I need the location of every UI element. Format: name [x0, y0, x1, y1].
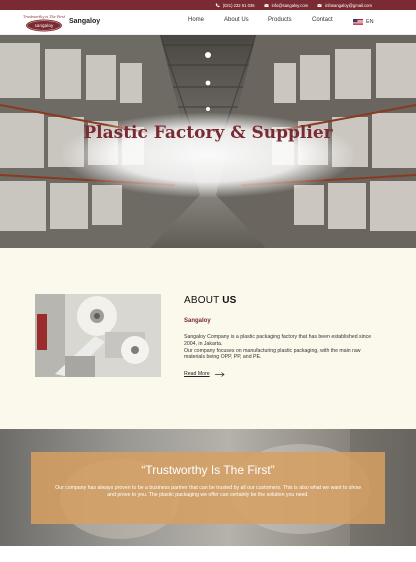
- contact-bar: (021) 232 61 035 info@sangaloy.com infos…: [0, 0, 416, 10]
- hero-title: Plastic Factory & Supplier: [83, 123, 333, 143]
- about-heading-bold: US: [222, 295, 237, 306]
- hero-banner: Plastic Factory & Supplier: [0, 35, 416, 248]
- mail-icon: [263, 3, 269, 7]
- nav-home[interactable]: Home: [188, 17, 218, 23]
- about-company-name: Sangaloy: [184, 318, 211, 324]
- sangaloy-logo[interactable]: Trustworthy is The First sangaloy: [23, 12, 65, 33]
- trust-title: “Trustworthy Is The First”: [141, 463, 275, 477]
- trust-card: “Trustworthy Is The First” Our company h…: [31, 452, 385, 524]
- machine-photo: [35, 294, 161, 377]
- svg-text:Trustworthy is The First: Trustworthy is The First: [23, 15, 65, 19]
- phone-contact[interactable]: (021) 232 61 035: [215, 3, 255, 8]
- nav-about-us[interactable]: About Us: [224, 17, 264, 23]
- nav-contact[interactable]: Contact: [312, 17, 352, 23]
- language-selector[interactable]: EN: [353, 19, 374, 25]
- page-bottom: [0, 546, 416, 562]
- email-gmail-contact[interactable]: infosangaloy@gmail.com: [317, 3, 372, 8]
- phone-icon: [215, 3, 220, 7]
- about-section: ABOUT US Sangaloy Sangaloy Company is a …: [0, 248, 416, 429]
- language-label: EN: [366, 19, 374, 25]
- phone-number: (021) 232 61 035: [222, 2, 255, 8]
- arrow-right-icon: [214, 371, 225, 377]
- email-gmail: infosangaloy@gmail.com: [325, 2, 372, 8]
- trust-text: Our company has always proven to be a bu…: [55, 485, 361, 498]
- trust-section: “Trustworthy Is The First” Our company h…: [0, 429, 416, 546]
- nav-products[interactable]: Products: [268, 17, 308, 23]
- about-paragraph-2: Our company focuses on manufacturing pla…: [184, 347, 361, 361]
- navbar: Trustworthy is The First sangaloy Sangal…: [0, 10, 416, 35]
- read-more-link[interactable]: Read More: [184, 371, 225, 377]
- email-info: info@sangaloy.com: [271, 2, 309, 8]
- read-more-label: Read More: [184, 371, 210, 377]
- about-heading-prefix: ABOUT: [184, 295, 220, 306]
- about-heading: ABOUT US: [184, 295, 237, 306]
- email-info-contact[interactable]: info@sangaloy.com: [263, 2, 309, 8]
- brand-name: Sangaloy: [69, 18, 101, 25]
- svg-text:sangaloy: sangaloy: [35, 23, 54, 28]
- mail-icon: [317, 3, 322, 7]
- about-description: Sangaloy Company is a plastic packaging …: [184, 334, 374, 361]
- us-flag-icon: [353, 19, 363, 25]
- about-paragraph-1: Sangaloy Company is a plastic packaging …: [184, 334, 372, 347]
